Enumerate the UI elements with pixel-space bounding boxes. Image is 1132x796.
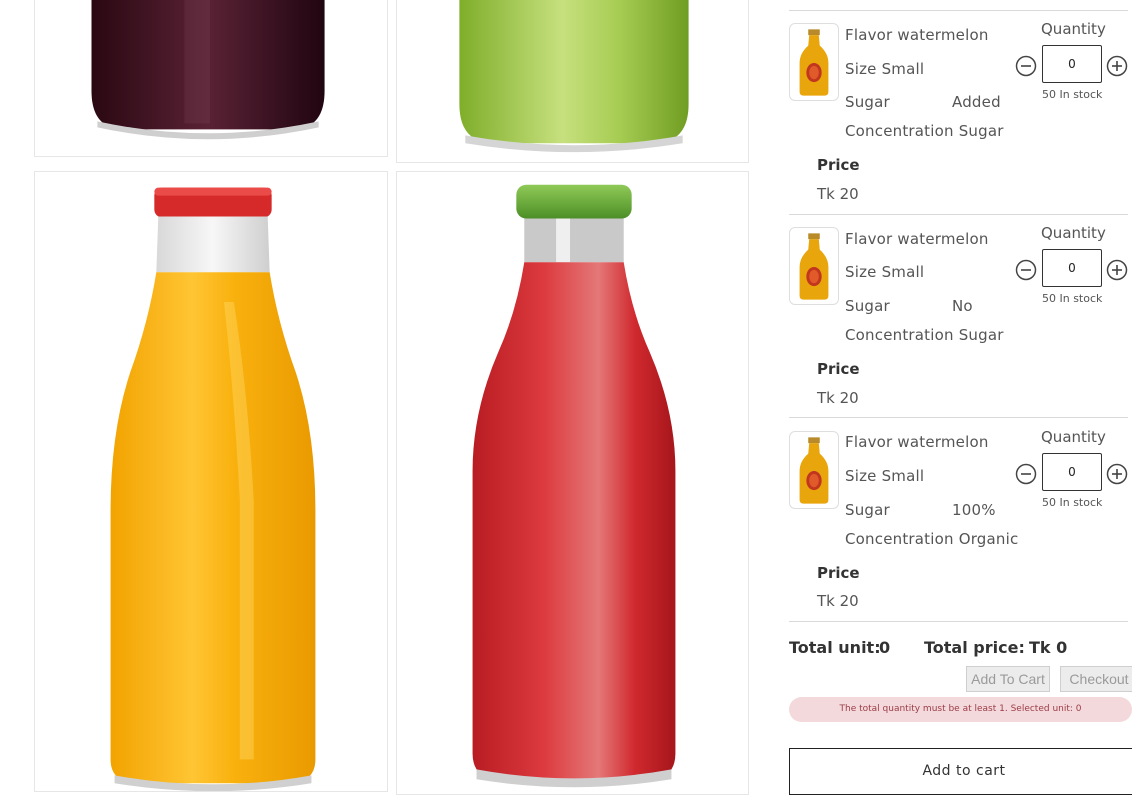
quantity-input[interactable] <box>1042 249 1102 287</box>
flavor-attribute: Flavor watermelon <box>845 433 989 451</box>
variant-row-added-sugar: Flavor watermelon Size Small Sugar Added… <box>789 12 1132 212</box>
increase-quantity-button[interactable] <box>1106 259 1128 281</box>
sugar-value-line2: Sugar <box>958 122 1004 140</box>
stock-status: 50 In stock <box>1042 496 1103 509</box>
divider <box>789 214 1128 215</box>
divider <box>789 417 1128 418</box>
plus-circle-icon <box>1106 463 1128 485</box>
size-attribute: Size Small <box>845 60 924 78</box>
add-to-cart-disabled-button[interactable]: Add To Cart <box>966 666 1050 692</box>
increase-quantity-button[interactable] <box>1106 55 1128 77</box>
juice-bottle-thumbnail-image <box>799 437 829 504</box>
juice-bottle-thumbnail-image <box>799 233 829 300</box>
flavor-value: watermelon <box>897 26 989 44</box>
checkout-button[interactable]: Checkout <box>1060 666 1132 692</box>
size-attribute: Size Small <box>845 467 924 485</box>
sugar-concentration-attribute: Concentration Organic <box>845 530 1018 548</box>
total-price-label: Total price: <box>924 638 1025 657</box>
total-units-label: Total unit: <box>789 638 881 657</box>
quantity-label: Quantity <box>1041 224 1106 242</box>
flavor-label: Flavor <box>845 230 893 248</box>
juice-bottle-thumbnail-image <box>799 29 829 96</box>
gallery-image-dark-juice[interactable] <box>34 0 388 157</box>
quantity-label: Quantity <box>1041 428 1106 446</box>
variant-thumbnail <box>789 431 839 509</box>
price-label: Price <box>817 360 860 378</box>
sugar-value-line1: No <box>952 297 973 315</box>
plus-circle-icon <box>1106 55 1128 77</box>
price-value: Tk 20 <box>817 389 859 407</box>
sugar-concentration-attribute: Concentration Sugar <box>845 326 1004 344</box>
gallery-image-green-juice[interactable] <box>396 0 749 163</box>
sugar-value-line1: 100% <box>952 501 996 519</box>
price-value: Tk 20 <box>817 592 859 610</box>
quantity-input[interactable] <box>1042 45 1102 83</box>
add-to-cart-button[interactable]: Add to cart <box>789 748 1132 795</box>
price-label: Price <box>817 156 860 174</box>
sugar-label-line2: Concentration <box>845 326 954 344</box>
increase-quantity-button[interactable] <box>1106 463 1128 485</box>
variant-row-organic-sugar: Flavor watermelon Size Small Sugar 100% … <box>789 420 1132 620</box>
variant-row-no-sugar: Flavor watermelon Size Small Sugar No Co… <box>789 216 1132 416</box>
green-juice-bottle-image <box>459 0 689 153</box>
size-value: Small <box>881 263 925 281</box>
sugar-value-line2: Organic <box>958 530 1019 548</box>
price-value: Tk 20 <box>817 185 859 203</box>
sugar-label-line1: Sugar <box>845 297 890 315</box>
flavor-value: watermelon <box>897 230 989 248</box>
total-units-value: 0 <box>879 638 891 657</box>
sugar-value-line2: Sugar <box>958 326 1004 344</box>
size-attribute: Size Small <box>845 263 924 281</box>
stock-status: 50 In stock <box>1042 88 1103 101</box>
quantity-label: Quantity <box>1041 20 1106 38</box>
flavor-value: watermelon <box>897 433 989 451</box>
decrease-quantity-button[interactable] <box>1015 463 1037 485</box>
dark-juice-bottle-image <box>91 0 325 140</box>
flavor-label: Flavor <box>845 433 893 451</box>
sugar-label-line2: Concentration <box>845 530 954 548</box>
sugar-concentration-attribute: Concentration Sugar <box>845 122 1004 140</box>
decrease-quantity-button[interactable] <box>1015 259 1037 281</box>
sugar-label-line2: Concentration <box>845 122 954 140</box>
size-value: Small <box>881 60 925 78</box>
orange-juice-bottle-image <box>110 187 316 791</box>
flavor-attribute: Flavor watermelon <box>845 26 989 44</box>
total-price-value: Tk 0 <box>1029 638 1068 657</box>
variant-thumbnail <box>789 23 839 101</box>
sugar-value-line1: Added <box>952 93 1001 111</box>
minus-circle-icon <box>1015 55 1037 77</box>
minus-circle-icon <box>1015 463 1037 485</box>
sugar-label-line1: Sugar <box>845 93 890 111</box>
divider <box>789 10 1128 11</box>
decrease-quantity-button[interactable] <box>1015 55 1037 77</box>
size-value: Small <box>881 467 925 485</box>
quantity-error-alert: The total quantity must be at least 1. S… <box>789 697 1132 722</box>
gallery-image-orange-juice[interactable] <box>34 171 388 792</box>
flavor-attribute: Flavor watermelon <box>845 230 989 248</box>
stock-status: 50 In stock <box>1042 292 1103 305</box>
red-juice-bottle-image <box>472 184 676 788</box>
sugar-label-line1: Sugar <box>845 501 890 519</box>
divider <box>789 621 1128 622</box>
plus-circle-icon <box>1106 259 1128 281</box>
size-label: Size <box>845 467 877 485</box>
size-label: Size <box>845 60 877 78</box>
quantity-input[interactable] <box>1042 453 1102 491</box>
minus-circle-icon <box>1015 259 1037 281</box>
gallery-image-red-juice[interactable] <box>396 171 749 795</box>
price-label: Price <box>817 564 860 582</box>
size-label: Size <box>845 263 877 281</box>
flavor-label: Flavor <box>845 26 893 44</box>
variant-thumbnail <box>789 227 839 305</box>
